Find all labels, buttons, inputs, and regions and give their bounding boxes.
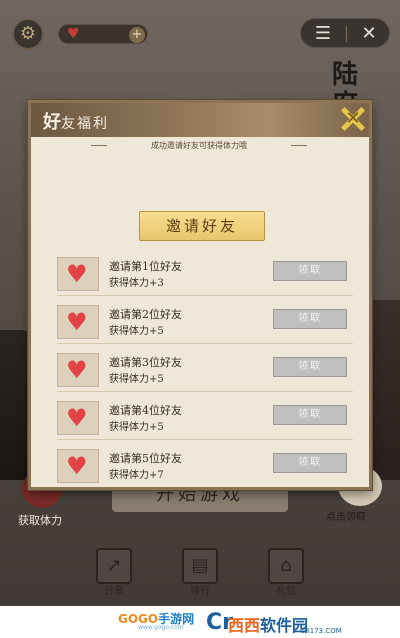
reward-amount: 获得体力+5: [109, 422, 164, 433]
reward-title: 邀请第1位好友: [109, 260, 182, 273]
rank-icon[interactable]: ▤: [182, 548, 218, 584]
dialog-title: 好友福利: [43, 108, 109, 134]
cr173-url: CR173.COM: [300, 627, 342, 635]
cr173-watermark: 西西软件园: [228, 612, 308, 636]
row-divider: [57, 343, 353, 344]
invite-friends-button[interactable]: 邀请好友: [139, 211, 265, 241]
settings-gear-icon[interactable]: ⚙: [12, 18, 44, 50]
reward-row: ♥ 邀请第3位好友 获得体力+5 领取: [57, 353, 353, 395]
dialog-header: 好友福利 ✕: [31, 103, 369, 137]
reward-row: ♥ 邀请第1位好友 获得体力+3 领取: [57, 257, 353, 299]
row-divider: [57, 439, 353, 440]
gogo-url: www.gogo.com: [138, 624, 184, 631]
heart-icon: ♥: [66, 308, 88, 336]
reward-row: ♥ 邀请第5位好友 获得体力+7 领取: [57, 449, 353, 487]
background-figure-right: [372, 300, 400, 480]
reward-title: 邀请第2位好友: [109, 308, 182, 321]
reward-amount: 获得体力+7: [109, 470, 164, 481]
reward-title: 邀请第3位好友: [109, 356, 182, 369]
heart-tile: ♥: [57, 257, 99, 291]
get-stamina-label: 获取体力: [18, 514, 62, 527]
claim-button[interactable]: 领取: [273, 453, 347, 473]
reward-row: ♥ 邀请第2位好友 获得体力+5 领取: [57, 305, 353, 347]
claim-button[interactable]: 领取: [273, 357, 347, 377]
dialog-close-icon[interactable]: ✕: [341, 107, 365, 131]
reward-title: 邀请第5位好友: [109, 452, 182, 465]
heart-tile: ♥: [57, 305, 99, 339]
gift-icon[interactable]: ⌂: [268, 548, 304, 584]
close-icon[interactable]: ✕: [357, 23, 381, 45]
heart-icon: ♥: [66, 260, 88, 288]
stamina-counter: ♥ +: [58, 24, 148, 44]
row-divider: [57, 391, 353, 392]
dialog-title-rest: 友福利: [61, 116, 109, 132]
claim-button[interactable]: 领取: [273, 261, 347, 281]
dialog-title-big: 好: [43, 112, 61, 133]
claim-button[interactable]: 领取: [273, 405, 347, 425]
share-icon[interactable]: ↗: [96, 548, 132, 584]
cr173-brand-a: 西西: [228, 616, 261, 635]
mini-program-controls: ☰ ✕: [300, 18, 390, 48]
add-stamina-button[interactable]: +: [129, 27, 145, 43]
reward-title: 邀请第4位好友: [109, 404, 182, 417]
reward-amount: 获得体力+3: [109, 278, 164, 289]
heart-icon: ♥: [66, 452, 88, 480]
gift-caption: 礼包: [276, 586, 296, 597]
reward-row: ♥ 邀请第4位好友 获得体力+5 领取: [57, 401, 353, 443]
row-divider: [57, 295, 353, 296]
heart-icon: ♥: [66, 404, 88, 432]
share-caption: 分享: [104, 586, 124, 597]
rank-caption: 排行: [190, 586, 210, 597]
control-divider: [346, 26, 347, 42]
heart-tile: ♥: [57, 449, 99, 483]
reward-amount: 获得体力+5: [109, 374, 164, 385]
reward-amount: 获得体力+5: [109, 326, 164, 337]
bottom-icon-bar: ↗ 分享 ▤ 排行 ⌂ 礼包: [96, 548, 316, 597]
claim-button[interactable]: 领取: [273, 309, 347, 329]
menu-icon[interactable]: ☰: [311, 23, 335, 45]
heart-tile: ♥: [57, 353, 99, 387]
heart-icon: ♥: [66, 356, 88, 384]
claim-label: 点击领取: [326, 512, 366, 523]
friend-benefits-dialog: 好友福利 ✕ 成功邀请好友可获得体力哦 邀请好友 ♥ 邀请第1位好友 获得体力+…: [28, 100, 372, 490]
invite-hint-banner: 成功邀请好友可获得体力哦: [91, 139, 307, 153]
heart-icon: ♥: [67, 26, 80, 42]
heart-tile: ♥: [57, 401, 99, 435]
